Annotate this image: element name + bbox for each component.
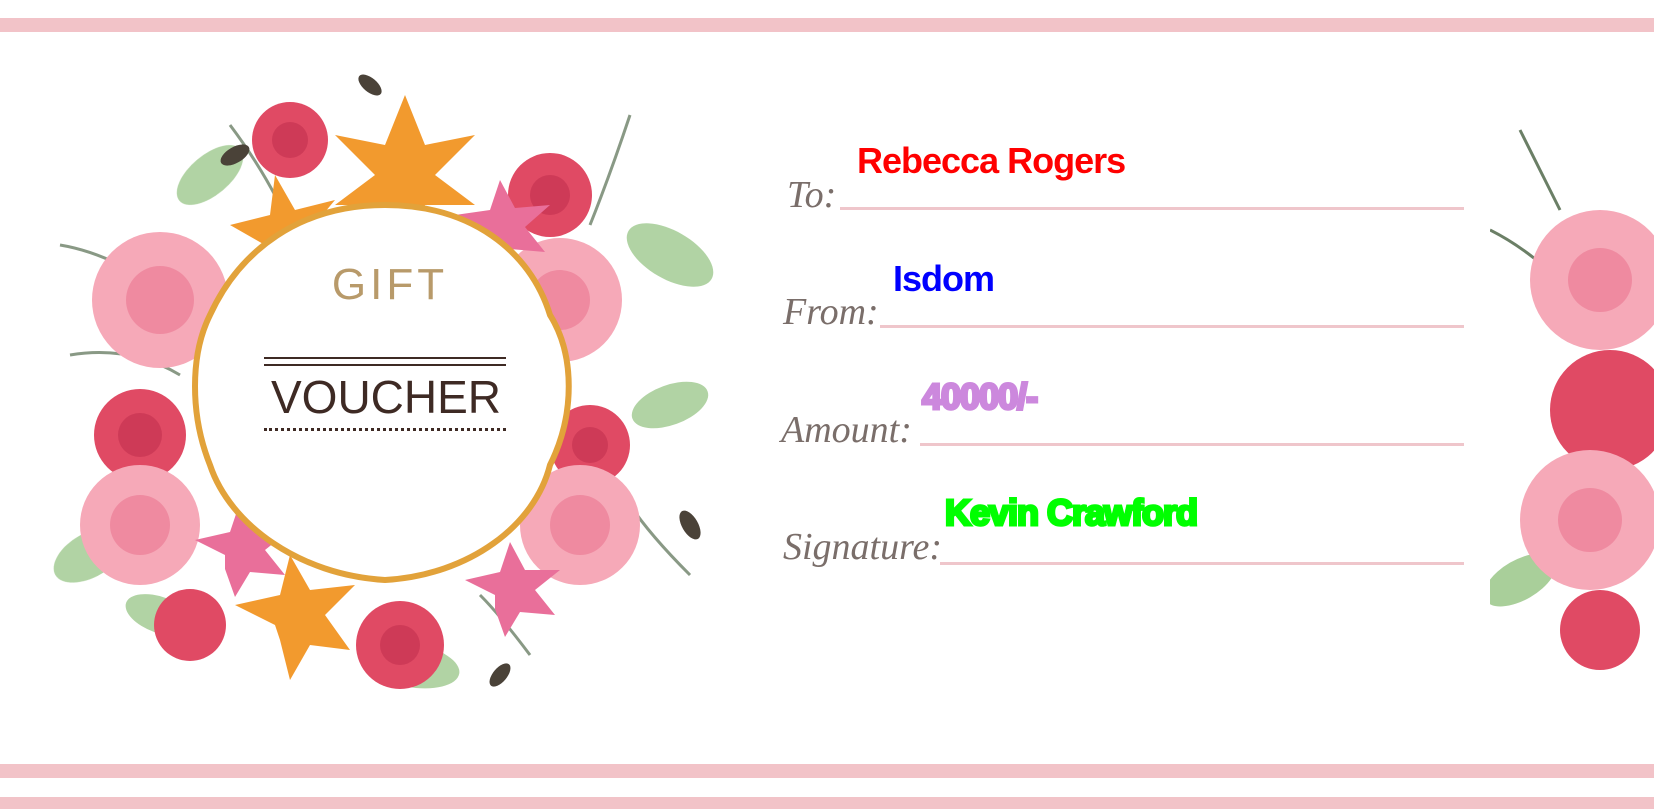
voucher-title: VOUCHER [270, 371, 502, 423]
amount-label: Amount: [781, 409, 912, 451]
floral-wreath-partial [1490, 129, 1654, 670]
top-stripe [0, 18, 1654, 32]
to-label: To: [787, 174, 837, 216]
voucher-rule-top-2 [264, 364, 506, 366]
to-line [840, 207, 1464, 210]
signature-value: Kevin Crawford [943, 491, 1199, 535]
signature-label: Signature: [783, 526, 943, 568]
amount-line [920, 443, 1464, 446]
signature-line [940, 562, 1464, 565]
voucher-dotted-rule [264, 428, 506, 433]
amount-value: 40000/- [920, 375, 1039, 419]
to-value: Rebecca Rogers [857, 140, 1126, 181]
gift-title: GIFT [331, 260, 449, 309]
from-label: From: [783, 291, 879, 333]
bottom-stripe-lower [0, 797, 1654, 809]
bottom-stripe [0, 764, 1654, 778]
voucher-rule-top [264, 357, 506, 359]
from-line [880, 325, 1464, 328]
from-value: Isdom [893, 258, 995, 299]
